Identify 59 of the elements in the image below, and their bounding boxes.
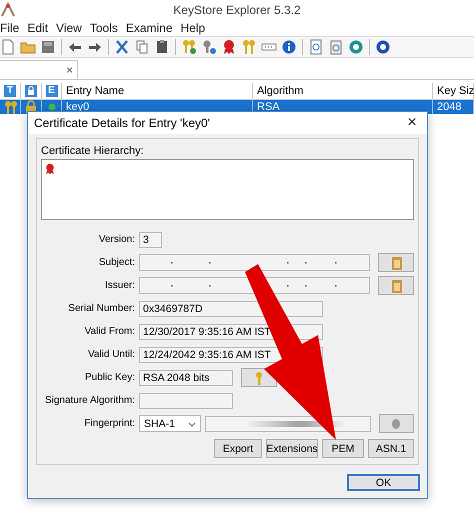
copy-icon[interactable] bbox=[134, 39, 150, 55]
ok-button[interactable]: OK bbox=[347, 474, 420, 491]
version-field[interactable]: 3 bbox=[139, 232, 162, 248]
status-dot-icon bbox=[46, 102, 56, 112]
field-label: Valid Until: bbox=[86, 349, 135, 360]
document-icon[interactable] bbox=[308, 39, 324, 55]
menu-item[interactable]: View bbox=[52, 20, 86, 34]
certificate-icon[interactable] bbox=[44, 162, 56, 176]
hierarchy-tree[interactable] bbox=[41, 159, 414, 220]
field-label: Serial Number: bbox=[67, 303, 135, 314]
close-tab-button[interactable]: × bbox=[0, 60, 78, 78]
key-pair-icon bbox=[3, 100, 17, 114]
menu-item[interactable]: Tools bbox=[86, 20, 122, 34]
key-icon[interactable] bbox=[201, 39, 217, 55]
action-button[interactable]: PEM bbox=[322, 439, 364, 458]
algorithm-dropdown[interactable]: SHA-1 bbox=[139, 415, 201, 432]
paste-icon[interactable] bbox=[154, 39, 170, 55]
section-label: Certificate Hierarchy: bbox=[41, 145, 144, 157]
input-field[interactable] bbox=[139, 254, 370, 271]
clipboard-icon[interactable] bbox=[328, 39, 344, 55]
chevron-down-icon bbox=[188, 420, 196, 426]
info-icon[interactable] bbox=[281, 39, 297, 55]
column-header[interactable]: E bbox=[46, 85, 58, 97]
table-row-highlight[interactable] bbox=[0, 100, 21, 114]
input-field[interactable] bbox=[139, 392, 233, 408]
fingerprint-icon bbox=[390, 416, 402, 430]
book-icon bbox=[389, 256, 404, 270]
window-title: KeyStore Explorer 5.3.2 bbox=[173, 2, 301, 16]
action-button[interactable]: Export bbox=[214, 439, 262, 458]
field-label: Public Key: bbox=[84, 372, 135, 383]
column-header[interactable]: T bbox=[4, 85, 16, 97]
new-file-icon[interactable] bbox=[0, 39, 16, 55]
input-field[interactable] bbox=[139, 277, 370, 294]
field-label: Subject: bbox=[98, 257, 135, 268]
action-button[interactable]: Extensions bbox=[266, 439, 318, 458]
field-label: Fingerprint: bbox=[83, 418, 135, 429]
table-cell: 2048 bbox=[433, 100, 474, 114]
field-label: Signature Algorithm: bbox=[44, 395, 135, 406]
close-button[interactable]: × bbox=[397, 114, 427, 132]
menu-item[interactable]: File bbox=[0, 20, 24, 34]
cut-icon[interactable] bbox=[114, 39, 130, 55]
field-label: Version: bbox=[98, 234, 135, 245]
save-icon[interactable] bbox=[40, 39, 56, 55]
certificate-icon[interactable] bbox=[221, 39, 237, 55]
menu-item[interactable]: Help bbox=[176, 20, 210, 34]
book-icon bbox=[389, 278, 404, 292]
lock-icon[interactable] bbox=[25, 85, 37, 97]
key-pair-icon[interactable] bbox=[181, 39, 197, 55]
field-label: Issuer: bbox=[104, 280, 135, 291]
action-button[interactable]: ASN.1 bbox=[368, 439, 414, 458]
help-icon[interactable] bbox=[375, 39, 391, 55]
field-label: Valid From: bbox=[84, 326, 135, 337]
menu-item[interactable]: Edit bbox=[23, 20, 52, 34]
input-field[interactable]: RSA 2048 bits bbox=[139, 370, 233, 386]
examine-icon[interactable] bbox=[348, 39, 364, 55]
app-logo-icon bbox=[0, 2, 16, 18]
fingerprint-button[interactable] bbox=[378, 414, 414, 433]
menu-item[interactable]: Examine bbox=[122, 20, 177, 34]
dialog-title: Certificate Details for Entry 'key0' bbox=[34, 116, 211, 130]
